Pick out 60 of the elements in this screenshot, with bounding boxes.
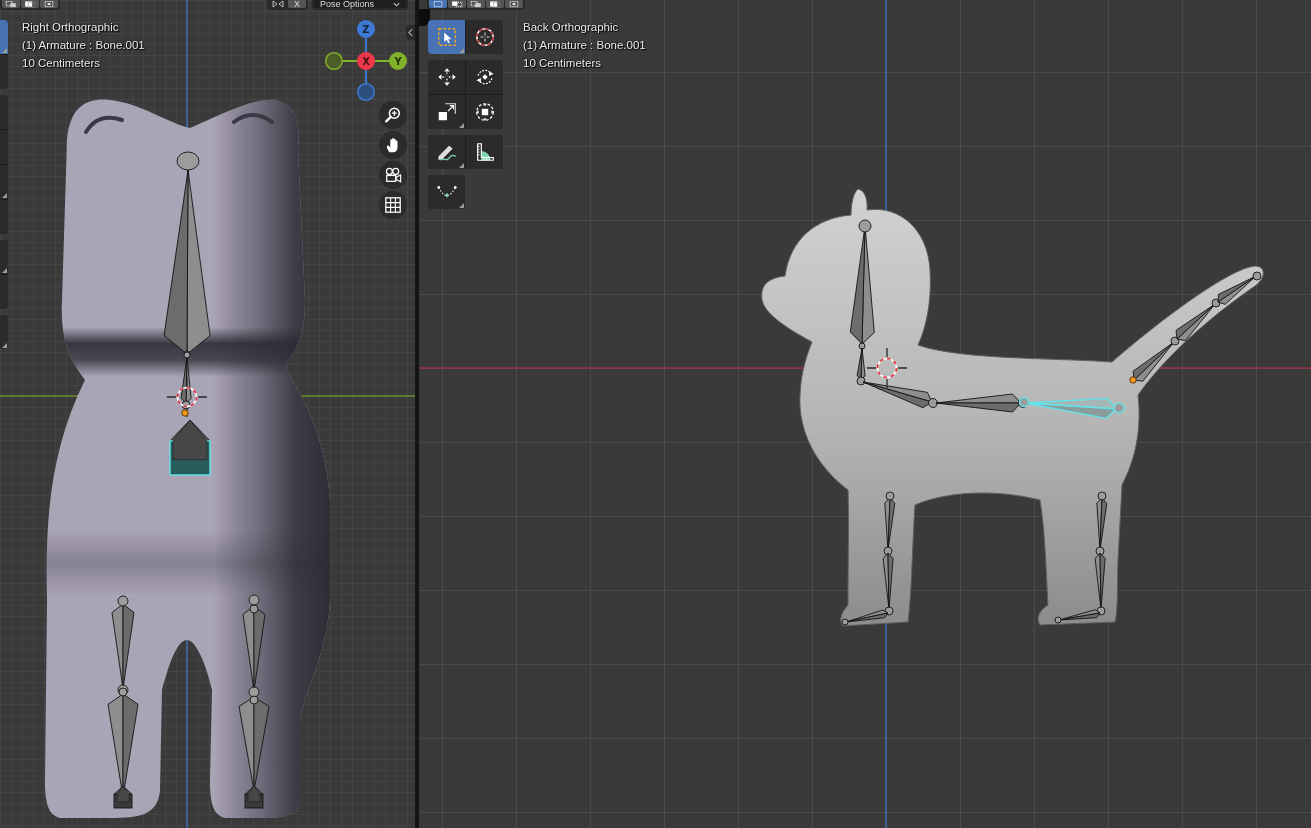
- transform-icon: [473, 101, 496, 123]
- axis-circle-icon[interactable]: [356, 82, 376, 102]
- axis-line: [374, 60, 390, 62]
- axis-line: [365, 69, 367, 84]
- overlapping-squares-icon: [451, 0, 463, 8]
- 3d-cursor: [166, 376, 208, 418]
- chevron-icon: [408, 28, 413, 37]
- tool-button[interactable]: [466, 135, 503, 169]
- select-mode-button[interactable]: [2, 0, 20, 8]
- view-title: Back Orthographic: [523, 20, 619, 35]
- pan-button[interactable]: [379, 131, 407, 159]
- zoom-button[interactable]: [379, 101, 407, 129]
- axis-line: [342, 60, 358, 62]
- select-mode-button[interactable]: [486, 0, 504, 8]
- select-mode-button[interactable]: [448, 0, 466, 8]
- dashed-square-icon: [43, 0, 55, 8]
- origin-dot: [181, 409, 189, 417]
- axis-button[interactable]: Y: [389, 52, 407, 70]
- axis-button[interactable]: Z: [357, 20, 375, 38]
- 3d-cursor: [866, 347, 908, 389]
- toolbar-handle[interactable]: [419, 9, 430, 26]
- active-object-label: (1) Armature : Bone.001: [523, 38, 646, 53]
- select-mode-button[interactable]: [21, 0, 39, 8]
- mirror-icon: [272, 0, 284, 8]
- grid-icon: [384, 196, 402, 214]
- origin-dot: [1129, 376, 1137, 384]
- overlapping-squares-icon: [489, 0, 501, 8]
- caret-icon: [393, 1, 400, 7]
- select-box-icon: [435, 26, 458, 48]
- overlapping-squares-icon: [470, 0, 482, 8]
- select-mode-button[interactable]: [40, 0, 58, 8]
- axis-circle-icon[interactable]: [324, 51, 344, 71]
- tool-button[interactable]: [428, 60, 465, 94]
- axis-button[interactable]: X: [357, 52, 375, 70]
- zoom-icon: [384, 106, 402, 124]
- dashed-square-icon: [432, 0, 444, 8]
- select-mode-button[interactable]: [467, 0, 485, 8]
- overlapping-squares-icon: [5, 0, 17, 8]
- overlapping-squares-icon: [24, 0, 36, 8]
- grid-scale-label: 10 Centimeters: [523, 56, 601, 71]
- camera-view-button[interactable]: [379, 161, 407, 189]
- tool-button[interactable]: [428, 95, 465, 129]
- tool-button[interactable]: [466, 95, 503, 129]
- crosshair-icon: [473, 26, 496, 48]
- tool-button[interactable]: [466, 60, 503, 94]
- tool-button[interactable]: [428, 175, 465, 209]
- camera-icon: [384, 166, 402, 184]
- sidebar-toggle[interactable]: [406, 25, 415, 40]
- view-title: Right Orthographic: [22, 20, 119, 35]
- grid-scale-label: 10 Centimeters: [22, 56, 100, 71]
- grid-toggle-button[interactable]: [379, 191, 407, 219]
- select-mode-button[interactable]: [429, 0, 447, 8]
- mirror-x-toggle[interactable]: X: [288, 0, 306, 8]
- select-mode-button[interactable]: [505, 0, 523, 8]
- axis-line: [365, 37, 367, 53]
- tool-button[interactable]: [466, 20, 503, 54]
- active-object-label: (1) Armature : Bone.001: [22, 38, 145, 53]
- tool-button[interactable]: [428, 135, 465, 169]
- dashed-square-icon: [508, 0, 520, 8]
- pose-options-dropdown[interactable]: Pose Options: [314, 0, 406, 8]
